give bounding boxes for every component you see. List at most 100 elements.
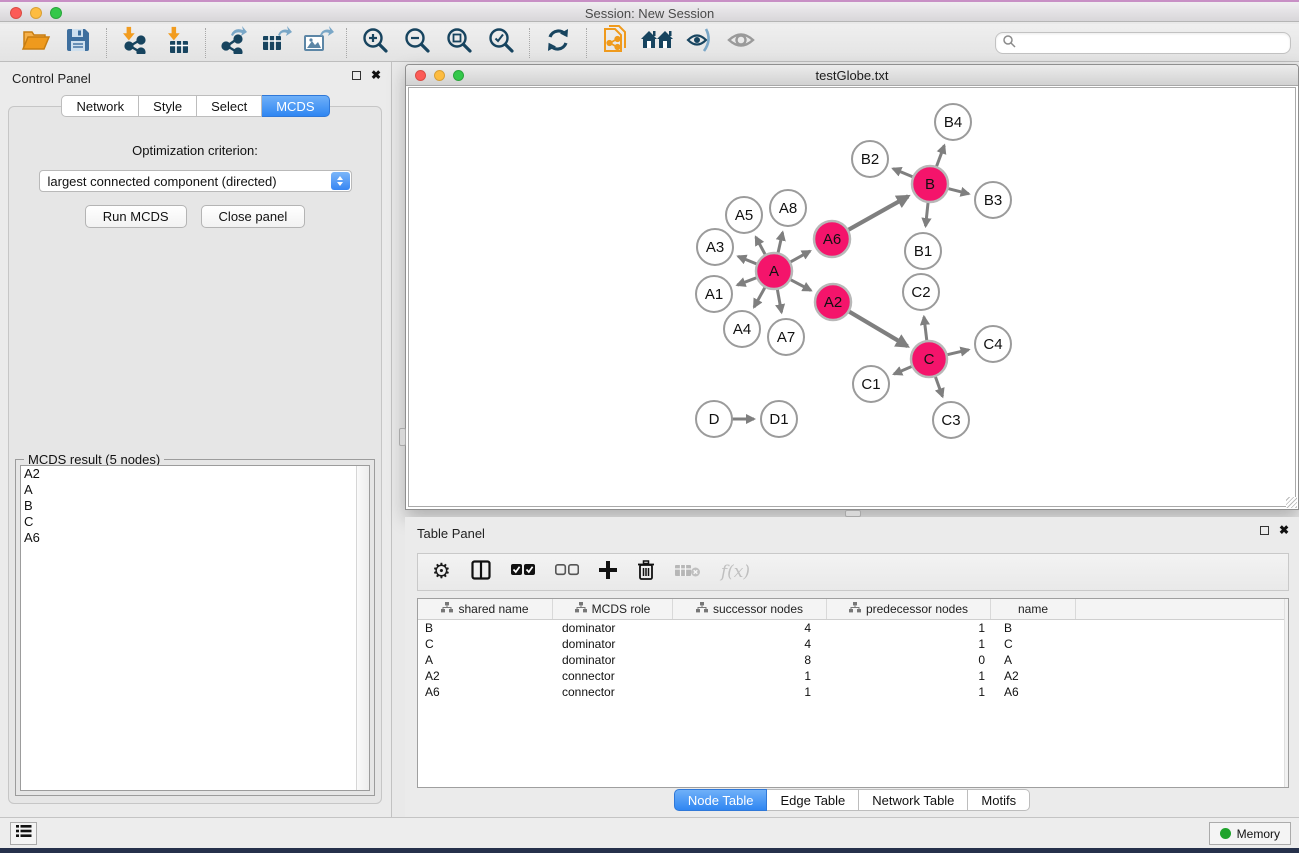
table-cell[interactable]: connector [553, 685, 673, 699]
node-C4[interactable]: C4 [975, 326, 1011, 362]
close-panel-icon[interactable]: ✖ [371, 70, 381, 80]
show-panels-button[interactable] [10, 822, 37, 845]
node-C2[interactable]: C2 [903, 274, 939, 310]
mcds-result-list[interactable]: A2ABCA6 [20, 465, 370, 791]
node-B2[interactable]: B2 [852, 141, 888, 177]
houses-button[interactable] [639, 27, 675, 59]
tab-motifs[interactable]: Motifs [968, 789, 1030, 811]
window-resize-grip[interactable] [1286, 497, 1297, 508]
close-panel-button[interactable]: Close panel [201, 205, 306, 228]
table-cell[interactable]: dominator [553, 637, 673, 651]
columns-button[interactable] [471, 560, 491, 585]
node-A7[interactable]: A7 [768, 319, 804, 355]
search-input[interactable] [1016, 36, 1290, 50]
result-list-item[interactable]: A2 [21, 466, 369, 482]
table-float-panel-icon[interactable] [1260, 526, 1269, 535]
float-panel-icon[interactable] [352, 71, 361, 80]
result-list-item[interactable]: A [21, 482, 369, 498]
edge-A-A2[interactable] [788, 278, 811, 290]
result-list-item[interactable]: C [21, 514, 369, 530]
table-cell[interactable]: 1 [827, 637, 991, 651]
table-cell[interactable]: A [418, 653, 553, 667]
tab-node-table[interactable]: Node Table [674, 789, 768, 811]
import-table-button[interactable] [159, 27, 195, 59]
edge-C-C1[interactable] [894, 365, 914, 374]
save-session-button[interactable] [60, 27, 96, 59]
table-cell[interactable]: 8 [673, 653, 827, 667]
run-mcds-button[interactable]: Run MCDS [85, 205, 187, 228]
column-header-predecessor-nodes[interactable]: predecessor nodes [827, 599, 991, 619]
export-table-button[interactable] [258, 27, 294, 59]
node-A1[interactable]: A1 [696, 276, 732, 312]
tab-select[interactable]: Select [197, 95, 262, 117]
edge-A-A3[interactable] [738, 256, 759, 265]
tab-network-table[interactable]: Network Table [859, 789, 968, 811]
edge-C-C3[interactable] [934, 374, 942, 396]
export-network-button[interactable] [216, 27, 252, 59]
table-cell[interactable]: 1 [827, 621, 991, 635]
node-C[interactable]: C [911, 341, 947, 377]
column-header-name[interactable]: name [991, 599, 1076, 619]
network-window-titlebar[interactable]: testGlobe.txt [406, 65, 1298, 86]
edge-B-B1[interactable] [926, 200, 929, 226]
node-table[interactable]: shared nameMCDS rolesuccessor nodesprede… [417, 598, 1289, 788]
table-cell[interactable]: B [418, 621, 553, 635]
table-cell[interactable]: 0 [827, 653, 991, 667]
table-cell[interactable]: A [991, 653, 1076, 667]
tab-style[interactable]: Style [139, 95, 197, 117]
node-A6[interactable]: A6 [814, 221, 850, 257]
open-session-button[interactable] [18, 27, 54, 59]
edge-A-A5[interactable] [756, 237, 767, 257]
column-header-successor-nodes[interactable]: successor nodes [673, 599, 827, 619]
export-image-button[interactable] [300, 27, 336, 59]
table-cell[interactable]: 1 [673, 685, 827, 699]
zoom-selected-button[interactable] [483, 27, 519, 59]
table-row[interactable]: A6connector11A6 [418, 684, 1288, 700]
edge-A-A4[interactable] [754, 285, 766, 307]
table-cell[interactable]: connector [553, 669, 673, 683]
column-header-shared-name[interactable]: shared name [418, 599, 553, 619]
refresh-button[interactable] [540, 27, 576, 59]
hide-details-button[interactable] [681, 27, 717, 59]
table-cell[interactable]: 4 [673, 621, 827, 635]
node-B1[interactable]: B1 [905, 233, 941, 269]
edge-C-C4[interactable] [945, 350, 969, 356]
node-A2[interactable]: A2 [815, 284, 851, 320]
node-B3[interactable]: B3 [975, 182, 1011, 218]
memory-button[interactable]: Memory [1209, 822, 1291, 845]
table-row[interactable]: Cdominator41C [418, 636, 1288, 652]
import-network-button[interactable] [117, 27, 153, 59]
edge-A-A6[interactable] [788, 251, 810, 263]
table-cell[interactable]: A2 [418, 669, 553, 683]
edge-B-B4[interactable] [936, 145, 945, 169]
new-network-document-button[interactable] [597, 27, 633, 59]
edge-A2-C[interactable] [847, 310, 908, 346]
edge-B-B2[interactable] [893, 169, 915, 178]
add-column-button[interactable] [599, 561, 617, 584]
node-D1[interactable]: D1 [761, 401, 797, 437]
unselect-all-button[interactable] [555, 563, 579, 582]
eye-button[interactable] [723, 27, 759, 59]
table-close-panel-icon[interactable]: ✖ [1279, 525, 1289, 535]
node-B4[interactable]: B4 [935, 104, 971, 140]
edge-A-A8[interactable] [777, 232, 782, 255]
zoom-fit-button[interactable] [441, 27, 477, 59]
result-list-item[interactable]: B [21, 498, 369, 514]
zoom-out-button[interactable] [399, 27, 435, 59]
table-cell[interactable]: B [991, 621, 1076, 635]
column-header-MCDS-role[interactable]: MCDS role [553, 599, 673, 619]
result-list-item[interactable]: A6 [21, 530, 369, 546]
table-row[interactable]: Adominator80A [418, 652, 1288, 668]
node-A3[interactable]: A3 [697, 229, 733, 265]
tab-edge-table[interactable]: Edge Table [767, 789, 859, 811]
split-divider-grip-bottom[interactable] [845, 510, 861, 517]
split-divider-grip-left[interactable] [399, 428, 406, 446]
table-settings-button[interactable]: ⚙ [432, 562, 451, 582]
edge-B-B3[interactable] [946, 188, 969, 194]
edge-A6-B[interactable] [846, 196, 908, 231]
node-C1[interactable]: C1 [853, 366, 889, 402]
result-scrollbar[interactable] [356, 466, 369, 790]
tab-network[interactable]: Network [61, 95, 139, 117]
table-cell[interactable]: A6 [418, 685, 553, 699]
tab-mcds[interactable]: MCDS [262, 95, 329, 117]
